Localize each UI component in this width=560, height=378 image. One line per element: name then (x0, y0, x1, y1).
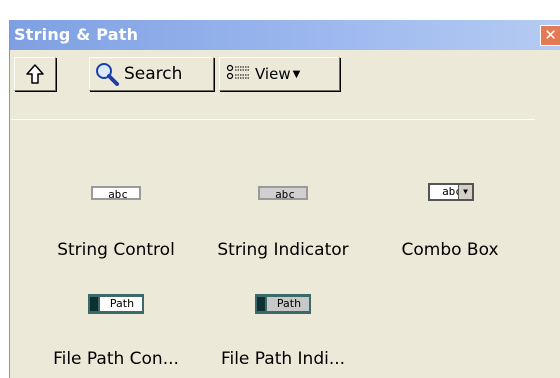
string-indicator-glyph-text: abc (275, 188, 295, 201)
window-title: String & Path (14, 25, 139, 44)
close-button[interactable]: ✕ (540, 25, 560, 46)
search-button[interactable]: Search (89, 57, 214, 91)
string-indicator-icon: abc (258, 186, 308, 201)
title-bar[interactable]: String & Path ✕ (10, 20, 560, 50)
palette-item-label: File Path Con... (53, 349, 179, 369)
palette-item-label: Combo Box (401, 240, 499, 260)
view-label: View (255, 65, 291, 83)
path-bar-icon (257, 297, 265, 311)
palette-item-file-path-indicator[interactable]: Path File Path Indi... (198, 265, 368, 370)
file-path-control-icon: Path (88, 294, 144, 314)
palette-item-combo-box[interactable]: abc ▼ Combo Box (365, 120, 535, 260)
palette-toolbar: Search View ▼ (11, 55, 535, 120)
palette-window: String & Path ✕ Search View ▼ abc String… (9, 20, 560, 378)
close-icon: ✕ (544, 26, 557, 44)
view-list-icon (226, 64, 250, 80)
string-control-icon: abc (91, 186, 141, 201)
chevron-down-icon: ▼ (292, 68, 301, 80)
combo-box-icon: abc ▼ (428, 183, 474, 201)
file-path-control-glyph-text: Path (100, 297, 142, 311)
path-bar-icon (90, 297, 98, 311)
palette-item-label: File Path Indi... (220, 349, 346, 369)
search-label: Search (124, 64, 183, 84)
search-icon (96, 63, 119, 86)
palette-item-label: String Indicator (217, 240, 349, 260)
palette-item-string-indicator[interactable]: abc String Indicator (198, 120, 368, 260)
palette-item-file-path-control[interactable]: Path File Path Con... (31, 265, 201, 370)
file-path-indicator-icon: Path (255, 294, 311, 314)
up-arrow-icon (26, 64, 44, 84)
view-menu-button[interactable]: View ▼ (219, 57, 340, 91)
combo-dropdown-icon: ▼ (458, 185, 472, 199)
palette-item-label: String Control (57, 240, 175, 260)
up-level-button[interactable] (14, 57, 56, 91)
palette-item-string-control[interactable]: abc String Control (31, 120, 201, 260)
palette-content: abc String Control abc String Indicator … (11, 120, 551, 370)
file-path-indicator-glyph-text: Path (267, 297, 309, 311)
string-control-glyph-text: abc (108, 188, 128, 201)
